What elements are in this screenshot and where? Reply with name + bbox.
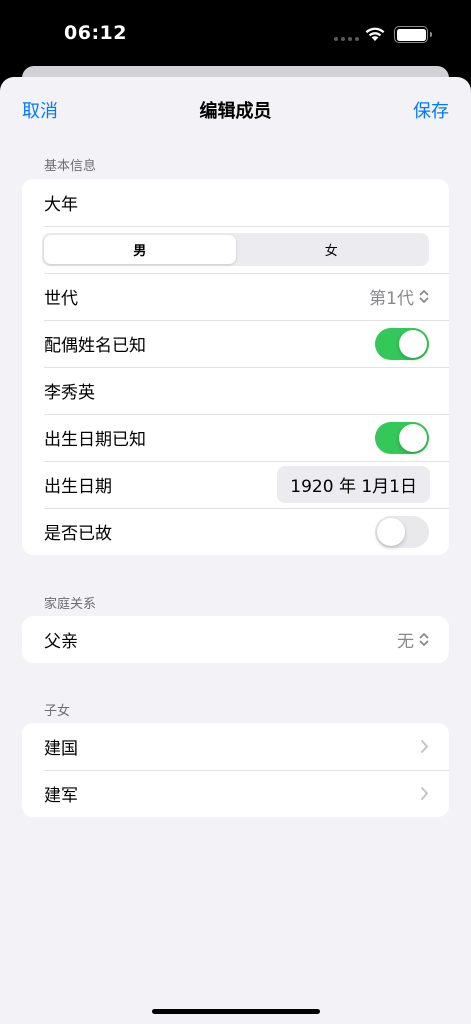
chevron-up-down-icon: [419, 633, 429, 646]
birth-known-row: 出生日期已知: [22, 414, 449, 461]
spouse-known-row: 配偶姓名已知: [22, 320, 449, 367]
spouse-name-value: 李秀英: [44, 383, 95, 403]
home-indicator[interactable]: [152, 1009, 320, 1014]
birth-date-row: 出生日期 1920 年 1月1日: [22, 461, 449, 508]
birth-date-picker[interactable]: 1920 年 1月1日: [277, 466, 430, 503]
gender-option-female[interactable]: 女: [236, 235, 428, 264]
status-time: 06:12: [64, 22, 127, 44]
gender-row: 男 女: [22, 226, 449, 273]
deceased-toggle[interactable]: [375, 515, 429, 548]
section-header-basic: 基本信息: [44, 159, 97, 174]
birth-known-label: 出生日期已知: [44, 430, 146, 450]
save-button[interactable]: 保存: [413, 97, 449, 123]
child-name: 建国: [44, 739, 78, 759]
chevron-up-down-icon: [419, 290, 429, 303]
chevron-right-icon: [421, 787, 428, 800]
generation-value: 第1代: [369, 289, 414, 309]
spouse-known-toggle[interactable]: [375, 327, 429, 360]
wifi-icon: [365, 27, 385, 41]
child-item[interactable]: 建国: [22, 723, 449, 770]
chevron-right-icon: [421, 740, 428, 753]
basic-info-card: 大年 男 女 世代 第1代 配偶姓名已知 李秀英 出生日期已知 出生日期 192…: [22, 179, 449, 555]
section-header-children: 子女: [44, 704, 71, 719]
status-bar: 06:12: [0, 0, 471, 70]
generation-picker[interactable]: 世代 第1代: [22, 273, 449, 320]
edit-member-sheet: 取消 编辑成员 保存 基本信息 大年 男 女 世代 第1代 配偶姓名已知 李秀英: [0, 77, 471, 1024]
section-header-family: 家庭关系: [44, 597, 97, 612]
family-card: 父亲 无: [22, 616, 449, 663]
spouse-known-label: 配偶姓名已知: [44, 336, 146, 356]
gender-option-male[interactable]: 男: [44, 235, 236, 264]
children-card: 建国 建军: [22, 723, 449, 817]
deceased-label: 是否已故: [44, 524, 112, 544]
nav-bar: 取消 编辑成员 保存: [0, 77, 471, 139]
gender-segmented-control: 男 女: [42, 233, 429, 266]
battery-icon: [394, 26, 432, 43]
name-field[interactable]: 大年: [22, 179, 449, 226]
birth-known-toggle[interactable]: [375, 421, 429, 454]
father-picker[interactable]: 父亲 无: [22, 616, 449, 663]
child-name: 建军: [44, 786, 78, 806]
page-title: 编辑成员: [199, 101, 272, 122]
birth-date-label: 出生日期: [44, 477, 112, 497]
deceased-row: 是否已故: [22, 508, 449, 555]
father-value: 无: [397, 632, 414, 652]
child-item[interactable]: 建军: [22, 770, 449, 817]
father-label: 父亲: [44, 632, 78, 652]
signal-dots-icon: [334, 37, 359, 41]
name-value: 大年: [44, 195, 78, 215]
spouse-name-field[interactable]: 李秀英: [22, 367, 449, 414]
generation-label: 世代: [44, 289, 78, 309]
